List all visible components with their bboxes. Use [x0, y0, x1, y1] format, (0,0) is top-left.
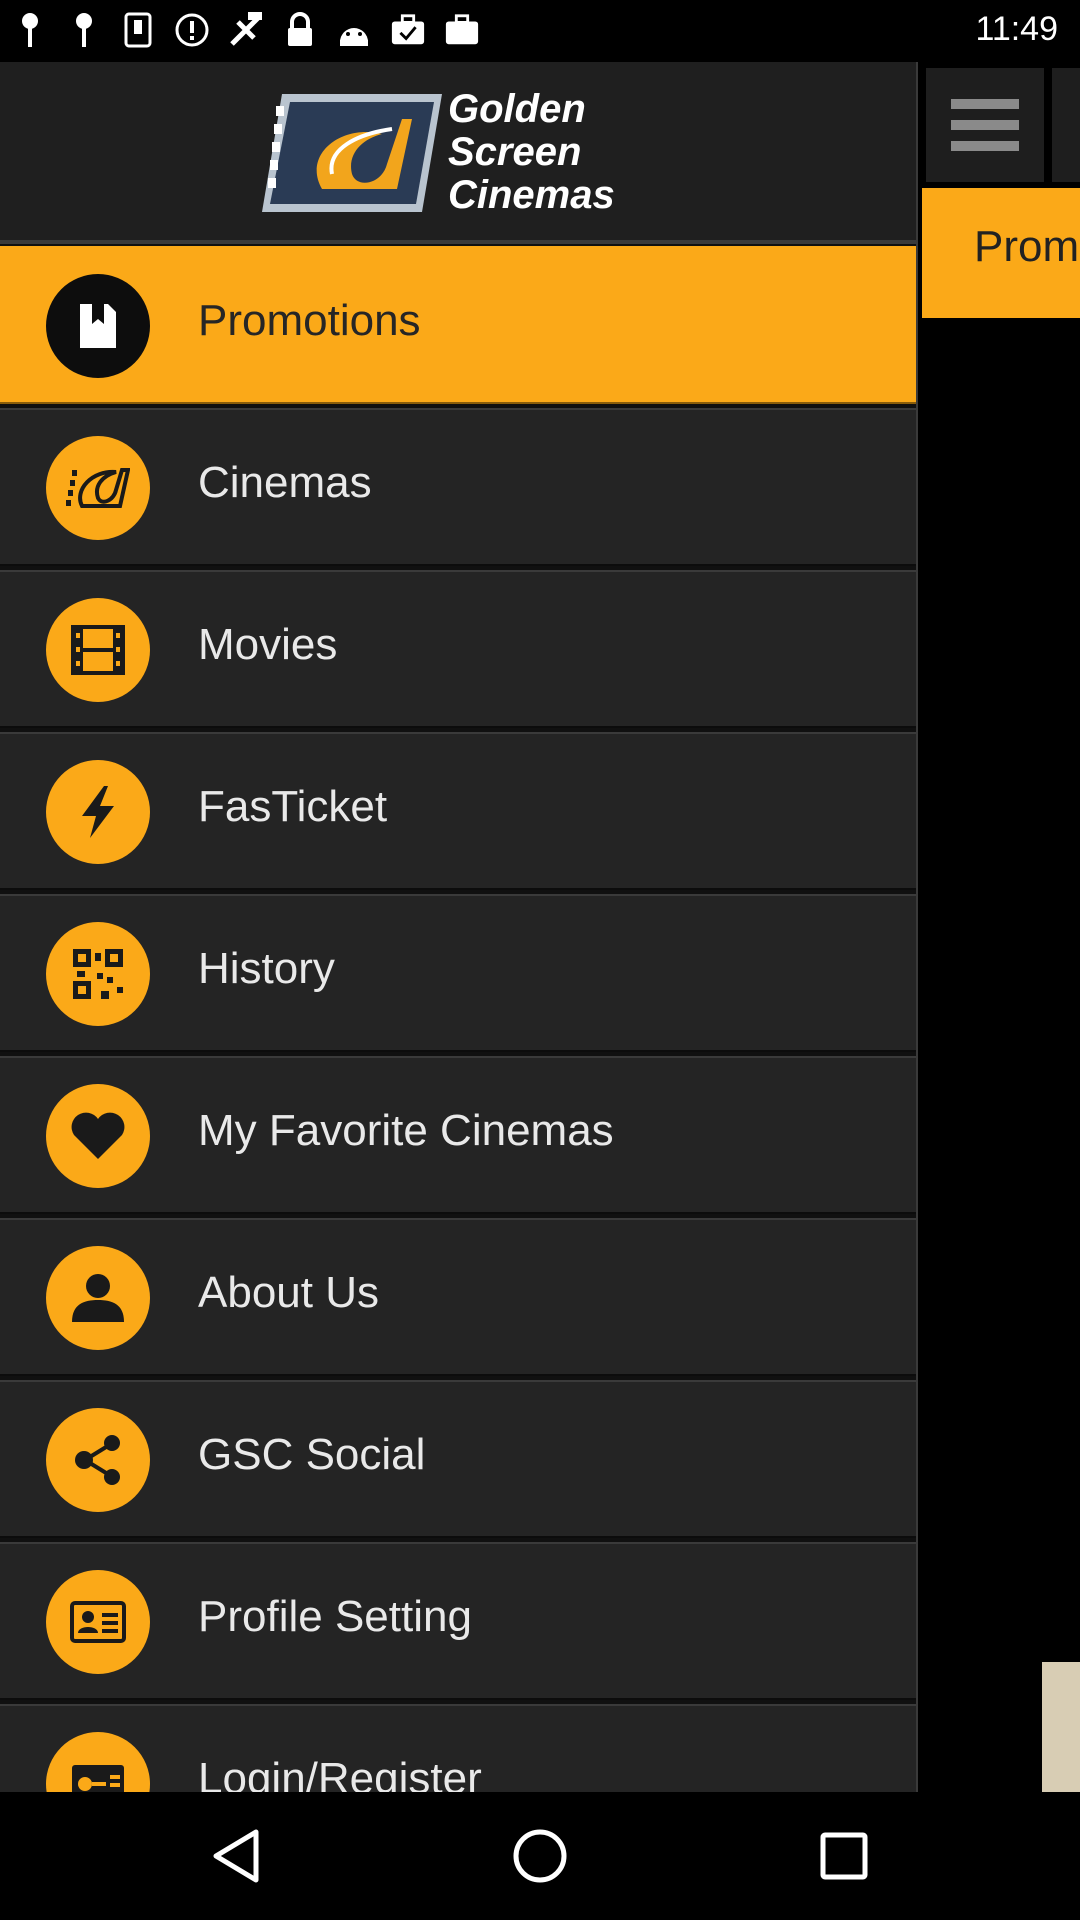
back-button[interactable] [196, 1816, 276, 1896]
background-app: Prom [918, 62, 1080, 1792]
fake-gps-icon [228, 10, 264, 50]
menu-item-label: Movies [198, 620, 338, 669]
menu-item-profile-setting[interactable]: Profile Setting [0, 1542, 916, 1700]
logo-text: Golden Screen Cinemas [448, 88, 615, 217]
status-bar: 11:49 [0, 0, 1080, 62]
gsc-logo-mark [262, 94, 442, 212]
menu-item-label: History [198, 944, 335, 993]
drawer-header: Golden Screen Cinemas [0, 62, 916, 244]
share-icon [46, 1408, 150, 1512]
status-icons [12, 10, 480, 50]
home-icon [513, 1829, 567, 1883]
menu-item-favorite-cinemas[interactable]: My Favorite Cinemas [0, 1056, 916, 1214]
menu-item-about-us[interactable]: About Us [0, 1218, 916, 1376]
navigation-drawer: Golden Screen Cinemas Promotions Cinemas [0, 62, 918, 1792]
lock-icon [282, 10, 318, 50]
id-card-icon [46, 1570, 150, 1674]
recents-icon [820, 1832, 868, 1880]
key-card-icon [46, 1732, 150, 1792]
logo-line: Cinemas [448, 173, 615, 217]
briefcase-check-icon [390, 10, 426, 50]
menu-item-cinemas[interactable]: Cinemas [0, 408, 916, 566]
usb-icon [120, 10, 156, 50]
header-button[interactable] [1052, 68, 1080, 182]
gsc-logo-icon [46, 436, 150, 540]
menu-item-history[interactable]: History [0, 894, 916, 1052]
logo-line: Golden [448, 87, 586, 131]
person-icon [46, 1246, 150, 1350]
hamburger-menu-button[interactable] [926, 68, 1044, 182]
tab-label: Prom [974, 222, 1080, 271]
film-strip-icon [46, 598, 150, 702]
menu-item-label: About Us [198, 1268, 379, 1317]
menu-item-promotions[interactable]: Promotions [0, 246, 916, 404]
pin-icon [12, 10, 48, 50]
promotions-tab[interactable]: Prom [922, 188, 1080, 318]
drawer-menu: Promotions Cinemas Movies FasTicket Hist… [0, 246, 916, 1792]
menu-item-movies[interactable]: Movies [0, 570, 916, 728]
menu-item-label: Login/Register [198, 1754, 482, 1792]
info-icon [174, 10, 210, 50]
back-icon [213, 1829, 259, 1883]
menu-item-label: Cinemas [198, 458, 372, 507]
menu-item-fasticket[interactable]: FasTicket [0, 732, 916, 890]
briefcase-icon [444, 10, 480, 50]
menu-item-label: Profile Setting [198, 1592, 472, 1641]
android-icon [336, 10, 372, 50]
menu-item-login-register[interactable]: Login/Register [0, 1704, 916, 1792]
home-button[interactable] [500, 1816, 580, 1896]
heart-icon [46, 1084, 150, 1188]
gsc-logo: Golden Screen Cinemas [262, 88, 662, 220]
thumbnail-image[interactable] [1042, 1662, 1080, 1792]
menu-item-label: GSC Social [198, 1430, 426, 1479]
qr-code-icon [46, 922, 150, 1026]
menu-item-gsc-social[interactable]: GSC Social [0, 1380, 916, 1538]
menu-item-label: My Favorite Cinemas [198, 1106, 614, 1155]
hamburger-icon [951, 99, 1019, 151]
status-time: 11:49 [975, 10, 1058, 48]
pin-icon [66, 10, 102, 50]
menu-item-label: FasTicket [198, 782, 388, 831]
promotion-tag-icon [46, 274, 150, 378]
menu-item-label: Promotions [198, 296, 421, 345]
recents-button[interactable] [804, 1816, 884, 1896]
logo-line: Screen [448, 130, 582, 174]
lightning-icon [46, 760, 150, 864]
navigation-bar [0, 1792, 1080, 1920]
